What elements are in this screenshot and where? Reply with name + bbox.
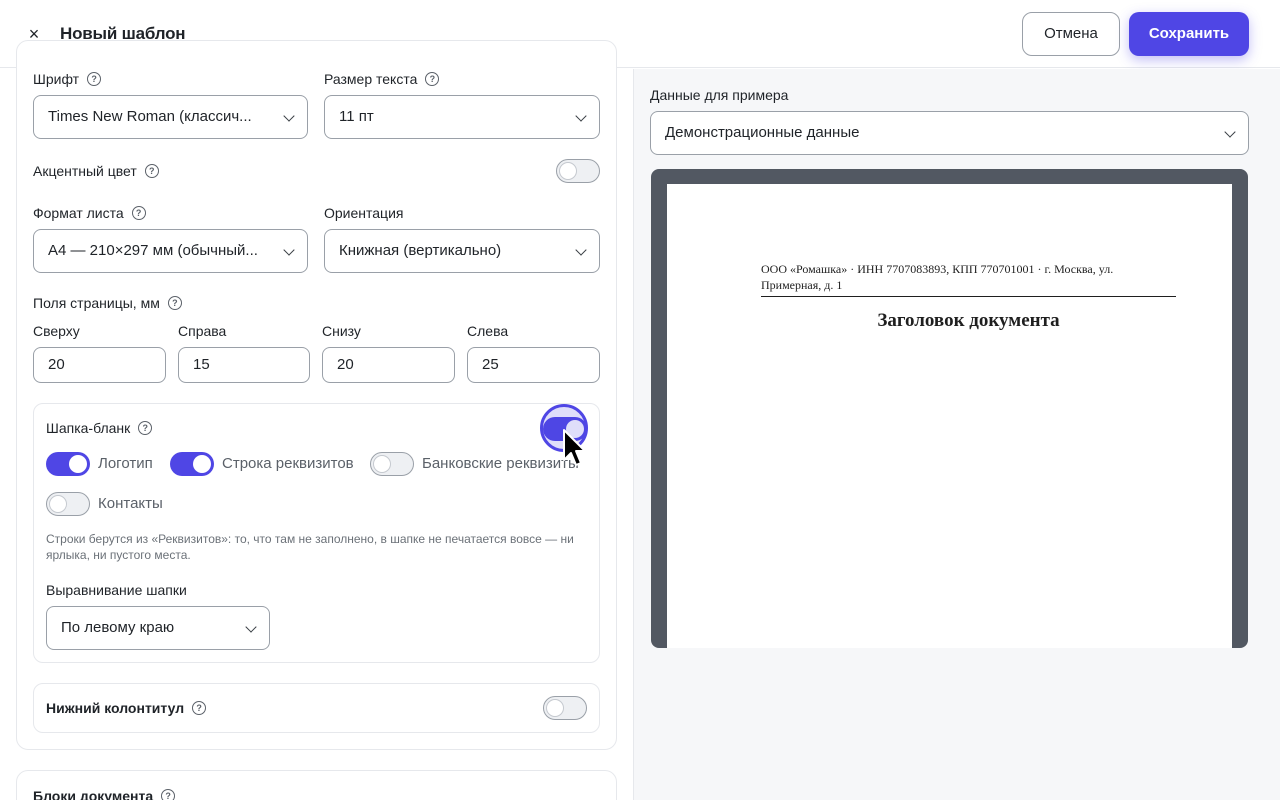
font-select-value: Times New Roman (классич... <box>48 108 252 125</box>
format-select-value: A4 — 210×297 мм (обычный... <box>48 242 258 259</box>
document-preview: ООО «Ромашка» · ИНН 7707083893, КПП 7707… <box>651 169 1248 648</box>
header-blank-label-text: Шапка-бланк <box>46 420 131 436</box>
sample-data-label: Данные для примера <box>650 87 789 103</box>
orientation-select[interactable]: Книжная (вертикально) <box>324 229 600 273</box>
font-label-text: Шрифт <box>33 71 80 87</box>
font-select[interactable]: Times New Roman (классич... <box>33 95 308 139</box>
accent-label: Акцентный цвет? <box>33 162 159 180</box>
bank-requisites-label: Банковские реквизиты <box>422 455 578 472</box>
format-label-text: Формат листа <box>33 205 124 221</box>
size-label: Размер текста? <box>324 70 440 88</box>
sample-data-select[interactable]: Демонстрационные данные <box>650 111 1249 155</box>
help-icon[interactable]: ? <box>425 72 440 87</box>
orientation-select-value: Книжная (вертикально) <box>339 242 502 259</box>
margin-left-label: Слева <box>467 323 509 339</box>
bank-requisites-toggle[interactable] <box>370 452 414 476</box>
format-label: Формат листа? <box>33 204 146 222</box>
accent-label-text: Акцентный цвет <box>33 163 137 179</box>
toggle-knob <box>559 162 577 180</box>
margin-right-input[interactable]: 15 <box>178 347 310 383</box>
help-icon[interactable]: ? <box>161 789 176 800</box>
doc-requisites-line: ООО «Ромашка» · ИНН 7707083893, КПП 7707… <box>761 262 1114 292</box>
toggle-knob <box>193 455 211 473</box>
align-label: Выравнивание шапки <box>46 582 187 598</box>
size-select[interactable]: 11 пт <box>324 95 600 139</box>
margin-left-input[interactable]: 25 <box>467 347 600 383</box>
size-select-value: 11 пт <box>339 108 374 125</box>
doc-divider <box>761 296 1176 297</box>
save-button[interactable]: Сохранить <box>1129 12 1249 56</box>
chevron-down-icon <box>575 244 587 256</box>
format-select[interactable]: A4 — 210×297 мм (обычный... <box>33 229 308 273</box>
blocks-label: Блоки документа? <box>33 787 176 800</box>
toggle-knob <box>69 455 87 473</box>
orientation-label: Ориентация <box>324 205 404 221</box>
help-icon[interactable]: ? <box>87 72 102 87</box>
footer-toggle[interactable] <box>543 696 587 720</box>
contacts-toggle[interactable] <box>46 492 90 516</box>
requisites-label: Строка реквизитов <box>222 455 354 472</box>
help-icon[interactable]: ? <box>167 296 182 311</box>
help-icon[interactable]: ? <box>138 421 153 436</box>
chevron-down-icon <box>283 244 295 256</box>
doc-title: Заголовок документа <box>877 310 1060 331</box>
blocks-label-text: Блоки документа <box>33 788 154 800</box>
margin-top-label: Сверху <box>33 323 80 339</box>
size-label-text: Размер текста <box>324 71 418 87</box>
margins-label-text: Поля страницы, мм <box>33 295 160 311</box>
align-select[interactable]: По левому краю <box>46 606 270 650</box>
header-hint: Строки берутся из «Реквизитов»: то, что … <box>46 532 574 562</box>
cancel-button[interactable]: Отмена <box>1022 12 1120 56</box>
margin-right-label: Справа <box>178 323 227 339</box>
help-icon[interactable]: ? <box>192 701 207 716</box>
logo-toggle[interactable] <box>46 452 90 476</box>
margin-bottom-input[interactable]: 20 <box>322 347 455 383</box>
font-label: Шрифт? <box>33 70 102 88</box>
chevron-down-icon <box>1224 126 1236 138</box>
toggle-knob <box>546 699 564 717</box>
help-icon[interactable]: ? <box>144 164 159 179</box>
margin-top-input[interactable]: 20 <box>33 347 166 383</box>
chevron-down-icon <box>245 621 257 633</box>
margin-bottom-label: Снизу <box>322 323 361 339</box>
toggle-knob <box>49 495 67 513</box>
preview-page: ООО «Ромашка» · ИНН 7707083893, КПП 7707… <box>667 184 1232 648</box>
chevron-down-icon <box>575 110 587 122</box>
contacts-label: Контакты <box>98 495 163 512</box>
help-icon[interactable]: ? <box>131 206 146 221</box>
cursor-arrow-icon <box>563 429 586 466</box>
logo-label: Логотип <box>98 455 153 472</box>
sample-data-value: Демонстрационные данные <box>665 124 860 141</box>
footer-label: Нижний колонтитул? <box>46 699 207 717</box>
requisites-toggle[interactable] <box>170 452 214 476</box>
header-blank-label: Шапка-бланк? <box>46 419 153 437</box>
margins-label: Поля страницы, мм? <box>33 294 182 312</box>
accent-toggle[interactable] <box>556 159 600 183</box>
footer-label-text: Нижний колонтитул <box>46 700 185 716</box>
toggle-knob <box>373 455 391 473</box>
chevron-down-icon <box>283 110 295 122</box>
align-select-value: По левому краю <box>61 619 175 636</box>
